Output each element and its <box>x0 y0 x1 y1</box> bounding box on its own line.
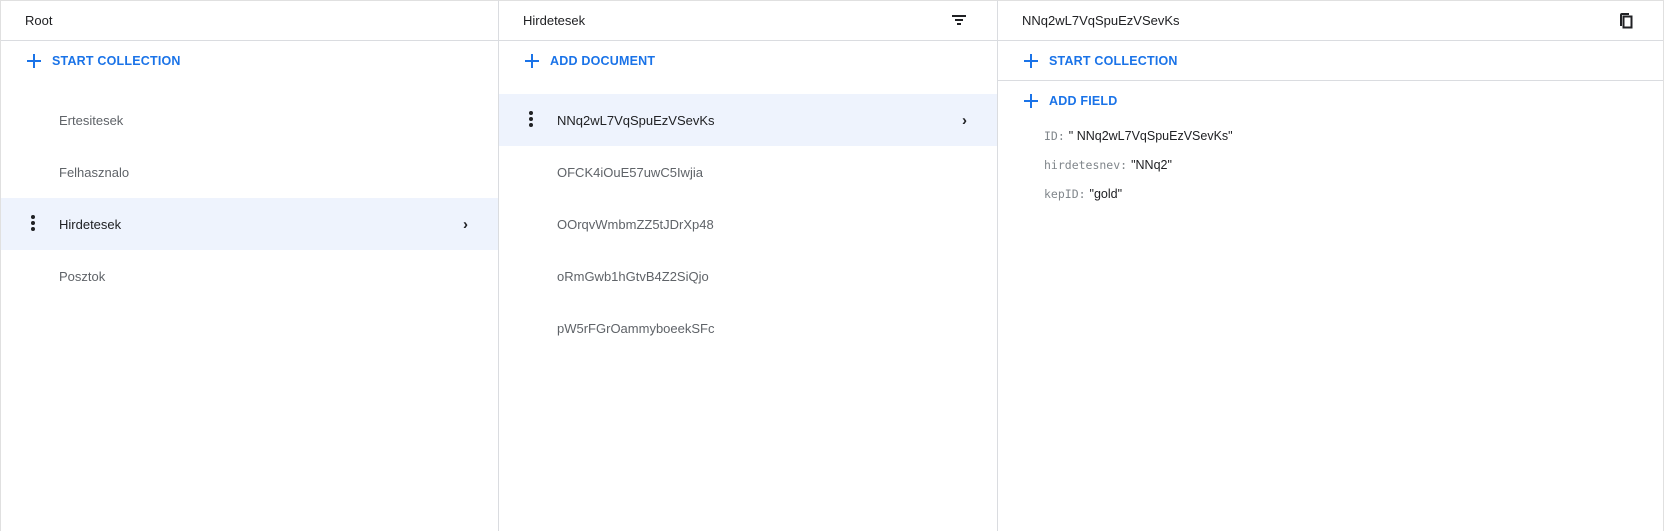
field-row[interactable]: hirdetesnev: "NNq2" <box>998 150 1663 179</box>
field-value: "NNq2" <box>1131 157 1172 172</box>
document-panel-header: NNq2wL7VqSpuEzVSevKs <box>998 1 1663 41</box>
add-field-button[interactable]: ADD FIELD <box>998 81 1663 121</box>
panel-title: Hirdetesek <box>523 13 586 28</box>
root-panel-header: Root <box>1 1 498 41</box>
button-label: START COLLECTION <box>1049 53 1178 68</box>
document-item[interactable]: OFCK4iOuE57uwC5Iwjia <box>499 146 997 198</box>
document-item[interactable]: NNq2wL7VqSpuEzVSevKs › <box>499 94 997 146</box>
panel-title: Root <box>25 13 53 28</box>
field-key: hirdetesnev: <box>1044 157 1128 172</box>
field-value: "gold" <box>1089 186 1123 201</box>
collection-item-felhasznalo[interactable]: Felhasznalo <box>1 146 498 198</box>
copy-icon[interactable] <box>1619 13 1633 29</box>
chevron-right-icon: › <box>962 112 967 129</box>
add-document-button[interactable]: ADD DOCUMENT <box>499 41 997 81</box>
document-item[interactable]: OOrqvWmbmZZ5tJDrXp48 <box>499 198 997 250</box>
item-label: OOrqvWmbmZZ5tJDrXp48 <box>557 216 714 232</box>
collection-panel: Hirdetesek ADD DOCUMENT NNq2wL7VqSpuEzVS… <box>499 0 998 531</box>
document-item[interactable]: oRmGwb1hGtvB4Z2SiQjo <box>499 250 997 302</box>
item-label: OFCK4iOuE57uwC5Iwjia <box>557 164 703 180</box>
item-label: Ertesitesek <box>59 112 124 128</box>
button-label: START COLLECTION <box>52 54 181 68</box>
chevron-right-icon: › <box>463 216 468 233</box>
field-key: kepID: <box>1044 186 1086 201</box>
item-label: Posztok <box>59 268 106 284</box>
start-collection-button[interactable]: START COLLECTION <box>998 41 1663 81</box>
more-vert-icon[interactable] <box>31 215 35 231</box>
filter-icon[interactable] <box>951 13 967 27</box>
collection-item-hirdetesek[interactable]: Hirdetesek › <box>1 198 498 250</box>
field-row[interactable]: kepID: "gold" <box>998 179 1663 208</box>
plus-icon <box>1024 53 1038 68</box>
collection-item-posztok[interactable]: Posztok <box>1 250 498 302</box>
button-label: ADD DOCUMENT <box>550 54 656 68</box>
field-key: ID: <box>1044 128 1065 143</box>
more-vert-icon[interactable] <box>529 111 533 127</box>
start-collection-button[interactable]: START COLLECTION <box>1 41 498 81</box>
collection-item-ertesitesek[interactable]: Ertesitesek <box>1 94 498 146</box>
button-label: ADD FIELD <box>1049 94 1118 108</box>
item-label: pW5rFGrOammyboeekSFc <box>557 320 715 336</box>
item-label: NNq2wL7VqSpuEzVSevKs <box>557 112 715 128</box>
field-value: " NNq2wL7VqSpuEzVSevKs" <box>1068 128 1233 143</box>
item-label: oRmGwb1hGtvB4Z2SiQjo <box>557 268 709 284</box>
collection-panel-header: Hirdetesek <box>499 1 997 41</box>
plus-icon <box>1024 94 1038 108</box>
plus-icon <box>27 54 41 68</box>
item-label: Felhasznalo <box>59 164 130 180</box>
panel-title: NNq2wL7VqSpuEzVSevKs <box>1022 13 1180 28</box>
document-item[interactable]: pW5rFGrOammyboeekSFc <box>499 302 997 354</box>
plus-icon <box>525 54 539 68</box>
field-row[interactable]: ID: " NNq2wL7VqSpuEzVSevKs" <box>998 121 1663 150</box>
document-panel: NNq2wL7VqSpuEzVSevKs START COLLECTION AD… <box>998 0 1664 531</box>
root-panel: Root START COLLECTION Ertesitesek Felhas… <box>0 0 499 531</box>
item-label: Hirdetesek <box>59 216 122 232</box>
